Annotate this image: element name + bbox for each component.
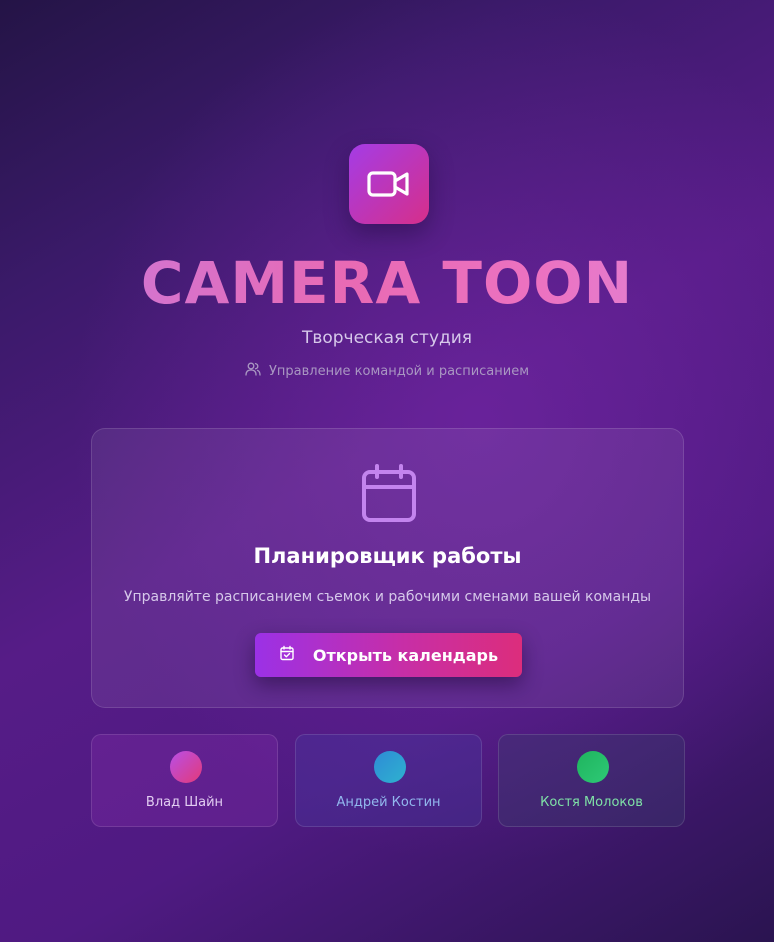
team-member-card[interactable]: Андрей Костин [295,734,482,827]
app-page: CAMERA TOON Творческая студия Управление… [0,0,774,942]
team-member-card[interactable]: Влад Шайн [91,734,278,827]
planner-card: Планировщик работы Управляйте расписание… [91,428,684,708]
avatar [577,751,609,783]
planner-description: Управляйте расписанием съемок и рабочими… [123,589,652,605]
calendar-check-icon [279,645,295,665]
users-icon [245,362,261,380]
calendar-icon [360,463,418,523]
video-camera-icon [349,144,429,224]
team-member-name: Андрей Костин [336,795,441,810]
team-member-name: Костя Молоков [540,795,643,810]
app-title: CAMERA TOON [0,248,774,318]
team-member-card[interactable]: Костя Молоков [498,734,685,827]
open-calendar-button[interactable]: Открыть календарь [255,633,522,677]
team-member-name: Влад Шайн [145,795,224,810]
tagline-text: Управление командой и расписанием [268,363,530,379]
avatar [374,751,406,783]
avatar [170,751,202,783]
open-calendar-label: Открыть календарь [312,645,499,665]
tagline: Управление командой и расписанием [0,362,774,380]
app-subtitle: Творческая студия [301,328,473,348]
planner-title: Планировщик работы [253,544,522,568]
